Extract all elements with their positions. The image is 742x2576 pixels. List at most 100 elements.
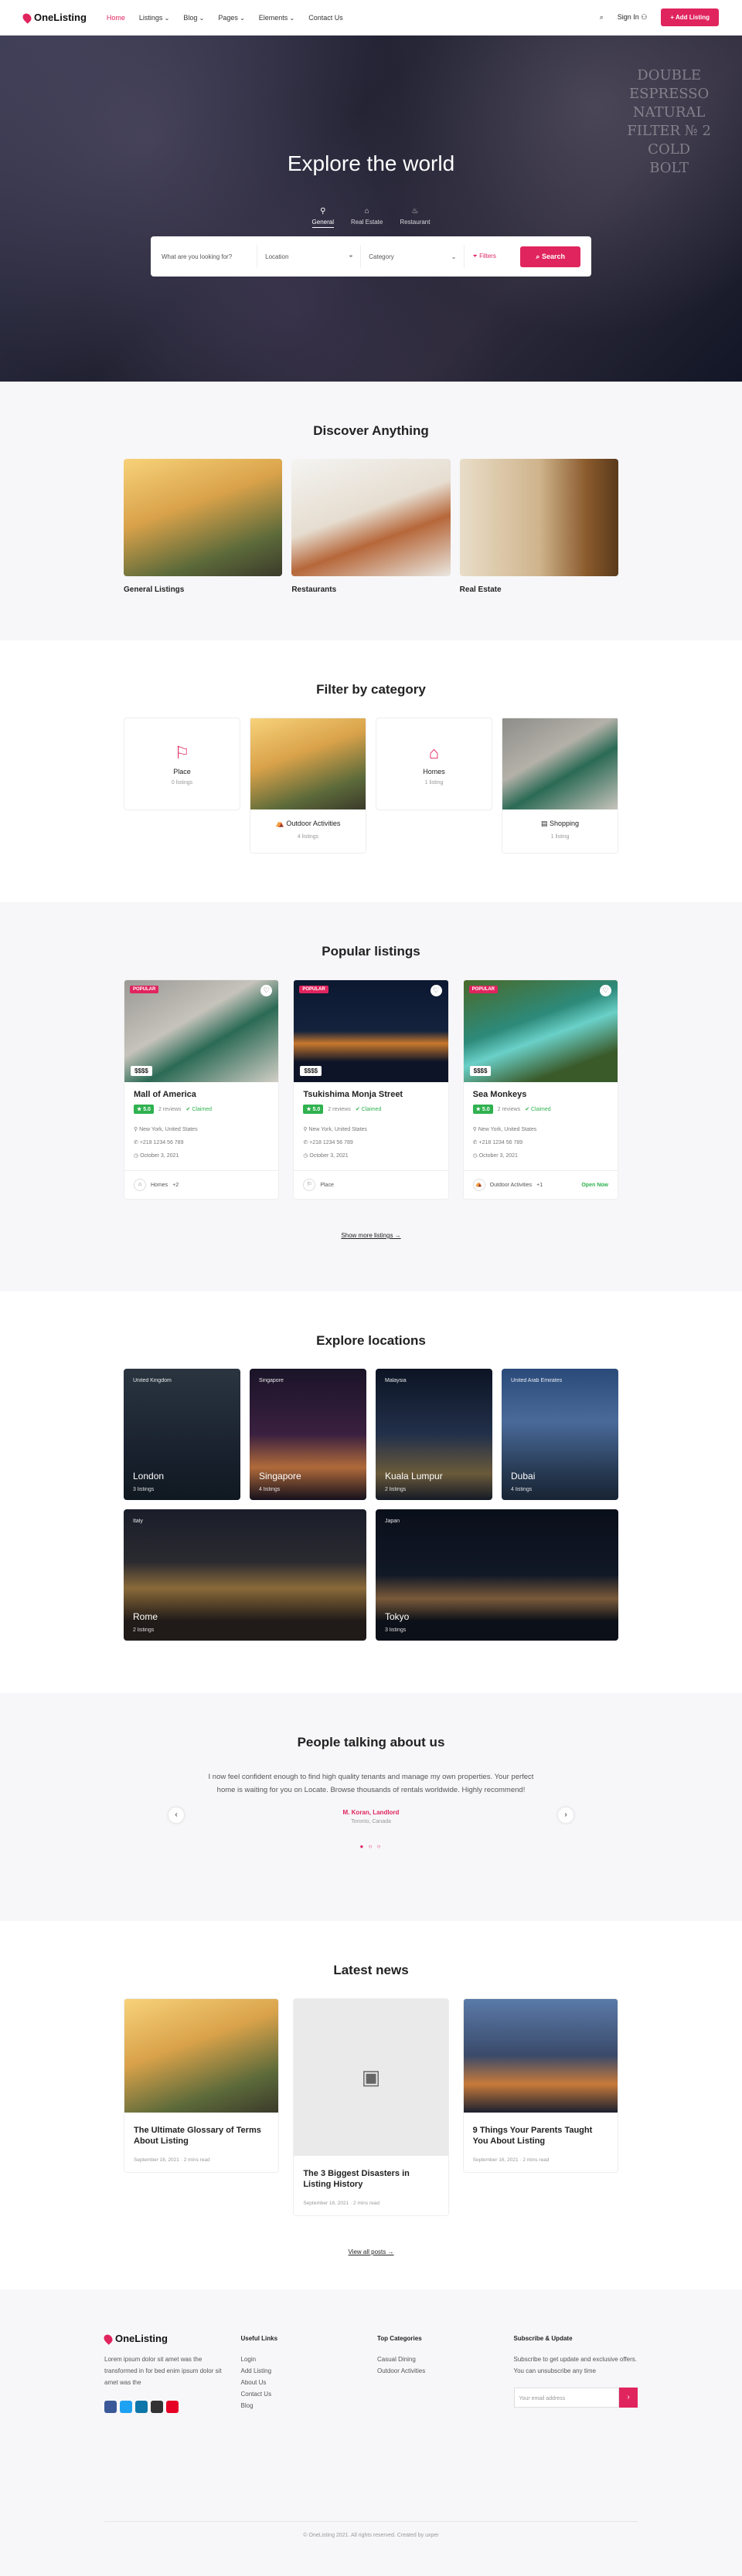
listing-image: POPULAR ♡ $$$$ bbox=[294, 980, 448, 1082]
phone-icon: ✆ bbox=[472, 1140, 478, 1145]
social-links bbox=[104, 2401, 229, 2413]
chevron-down-icon: ⌄ bbox=[451, 253, 457, 260]
home-icon: ⌂ bbox=[364, 207, 369, 216]
section-title: Discover Anything bbox=[313, 423, 429, 438]
category-card-outdoor[interactable]: ⛺ Outdoor Activities 4 listings bbox=[250, 718, 366, 854]
discover-section: Discover Anything General Listings Resta… bbox=[0, 382, 742, 640]
news-image-placeholder: ▣ bbox=[294, 1999, 448, 2156]
search-icon[interactable]: ⌕ bbox=[600, 13, 604, 22]
heart-icon[interactable]: ♡ bbox=[260, 985, 273, 996]
location-icon: ⚲ bbox=[303, 1127, 308, 1132]
search-bar: What are you looking for? Location ⌖ Cate… bbox=[151, 236, 591, 277]
tab-real-estate[interactable]: ⌂ Real Estate bbox=[351, 207, 383, 228]
section-title: Latest news bbox=[333, 1963, 409, 1977]
footer-link[interactable]: Casual Dining bbox=[377, 2354, 502, 2365]
footer-link[interactable]: Outdoor Activities bbox=[377, 2365, 502, 2377]
site-footer: OneListing Lorem ipsum dolor sit amet wa… bbox=[0, 2289, 742, 2576]
discover-card-general[interactable]: General Listings bbox=[124, 459, 283, 594]
clock-icon: ◷ bbox=[303, 1153, 308, 1159]
locate-icon[interactable]: ⌖ bbox=[349, 253, 353, 260]
nav-pages[interactable]: Pages bbox=[218, 14, 244, 22]
listing-card[interactable]: POPULAR ♡ $$$$ Tsukishima Monja Street ★… bbox=[293, 979, 449, 1200]
sign-in-link[interactable]: Sign In ⚇ bbox=[618, 13, 648, 22]
tent-icon: ⛺ bbox=[275, 820, 284, 827]
heart-icon[interactable]: ♡ bbox=[430, 985, 442, 996]
pinterest-icon[interactable] bbox=[166, 2401, 179, 2413]
location-card-rome[interactable]: Italy Rome 2 listings bbox=[124, 1509, 366, 1641]
add-listing-button[interactable]: + Add Listing bbox=[661, 8, 719, 26]
category-icon: ⛺ bbox=[472, 1179, 485, 1191]
twitter-icon[interactable] bbox=[120, 2401, 132, 2413]
footer-link[interactable]: Contact Us bbox=[241, 2388, 366, 2400]
testimonial-location: Toronto, Canada bbox=[351, 1819, 391, 1824]
site-logo[interactable]: OneListing bbox=[21, 11, 87, 24]
chevron-left-icon[interactable]: ‹ bbox=[168, 1807, 184, 1823]
footer-link[interactable]: Blog bbox=[241, 2400, 366, 2411]
claimed-badge: ✔ Claimed bbox=[525, 1107, 551, 1112]
show-more-link[interactable]: Show more listings → bbox=[124, 1232, 618, 1239]
search-icon: ⌕ bbox=[536, 252, 540, 260]
footer-logo[interactable]: OneListing bbox=[102, 2332, 229, 2345]
tab-general[interactable]: ⚲ General bbox=[311, 207, 334, 228]
claimed-badge: ✔ Claimed bbox=[355, 1107, 382, 1112]
location-card-singapore[interactable]: Singapore Singapore 4 listings bbox=[250, 1369, 366, 1500]
footer-link[interactable]: About Us bbox=[241, 2377, 366, 2388]
tab-restaurant[interactable]: ♨ Restaurant bbox=[400, 207, 430, 228]
view-all-posts-link[interactable]: View all posts → bbox=[124, 2248, 618, 2255]
filter-icon: ⏷ bbox=[472, 253, 478, 260]
location-icon: ⚲ bbox=[472, 1127, 477, 1132]
linkedin-icon[interactable] bbox=[135, 2401, 148, 2413]
phone-icon: ✆ bbox=[134, 1140, 138, 1145]
location-card-london[interactable]: United Kingdom London 3 listings bbox=[124, 1369, 240, 1500]
section-title: Explore locations bbox=[316, 1333, 426, 1348]
footer-top-categories: Top Categories Casual Dining Outdoor Act… bbox=[377, 2333, 502, 2413]
testimonial-author: M. Koran, Landlord bbox=[342, 1809, 400, 1816]
news-card[interactable]: 9 Things Your Parents Taught You About L… bbox=[462, 1998, 618, 2173]
footer-subscribe: Subscribe & Update Subscribe to get upda… bbox=[513, 2333, 638, 2413]
nav-home[interactable]: Home bbox=[107, 14, 125, 22]
category-card-place[interactable]: ⚐ Place 0 listings bbox=[124, 718, 240, 810]
claimed-badge: ✔ Claimed bbox=[186, 1107, 213, 1112]
carousel-dots[interactable]: ● ○ ○ bbox=[0, 1843, 742, 1850]
listing-card[interactable]: POPULAR ♡ $$$$ Mall of America ★ 5.0 2 re… bbox=[124, 979, 280, 1200]
news-card[interactable]: ▣ The 3 Biggest Disasters in Listing His… bbox=[293, 1998, 449, 2216]
instagram-icon[interactable] bbox=[151, 2401, 163, 2413]
discover-card-real-estate[interactable]: Real Estate bbox=[459, 459, 618, 594]
user-icon: ⚇ bbox=[641, 13, 648, 21]
house-icon: ⌂ bbox=[428, 742, 440, 762]
nav-listings[interactable]: Listings bbox=[139, 14, 169, 22]
hero-title: Explore the world bbox=[287, 151, 455, 175]
footer-link[interactable]: Add Listing bbox=[241, 2365, 366, 2377]
subscribe-arrow-icon[interactable]: › bbox=[619, 2388, 638, 2408]
nav-blog[interactable]: Blog bbox=[183, 14, 204, 22]
news-card[interactable]: The Ultimate Glossary of Terms About Lis… bbox=[124, 1998, 280, 2173]
email-field[interactable]: Your email address bbox=[513, 2388, 619, 2408]
search-button[interactable]: ⌕ Search bbox=[520, 246, 581, 267]
heart-icon[interactable]: ♡ bbox=[599, 985, 611, 996]
footer-link[interactable]: Login bbox=[241, 2354, 366, 2365]
filters-button[interactable]: ⏷ Filters bbox=[472, 253, 512, 260]
listing-card[interactable]: POPULAR ♡ $$$$ Sea Monkeys ★ 5.0 2 review… bbox=[462, 979, 618, 1200]
nav-elements[interactable]: Elements bbox=[259, 14, 294, 22]
nav-contact[interactable]: Contact Us bbox=[308, 14, 343, 22]
site-header: OneListing Home Listings Blog Pages Elem… bbox=[0, 0, 742, 36]
clock-icon: ◷ bbox=[472, 1153, 478, 1159]
location-input[interactable]: Location ⌖ bbox=[265, 245, 362, 268]
footer-useful-links: Useful Links Login Add Listing About Us … bbox=[241, 2333, 366, 2413]
location-card-tokyo[interactable]: Japan Tokyo 3 listings bbox=[376, 1509, 618, 1641]
tea-image bbox=[291, 459, 451, 576]
category-card-shopping[interactable]: ▤ Shopping 1 listing bbox=[502, 718, 618, 854]
category-icon: ⌂ bbox=[134, 1179, 146, 1191]
store-icon: ▤ bbox=[540, 820, 548, 827]
section-title: People talking about us bbox=[297, 1735, 445, 1750]
location-card-dubai[interactable]: United Arab Emirates Dubai 4 listings bbox=[502, 1369, 618, 1500]
chevron-right-icon[interactable]: › bbox=[558, 1807, 574, 1823]
facebook-icon[interactable] bbox=[104, 2401, 117, 2413]
discover-card-restaurants[interactable]: Restaurants bbox=[291, 459, 451, 594]
category-icon: ⚐ bbox=[303, 1179, 316, 1191]
keyword-input[interactable]: What are you looking for? bbox=[162, 245, 258, 268]
category-card-homes[interactable]: ⌂ Homes 1 listing bbox=[376, 718, 492, 810]
section-title: Popular listings bbox=[322, 944, 420, 959]
location-card-kuala-lumpur[interactable]: Malaysia Kuala Lumpur 2 listings bbox=[376, 1369, 492, 1500]
category-select[interactable]: Category ⌄ bbox=[369, 245, 465, 268]
